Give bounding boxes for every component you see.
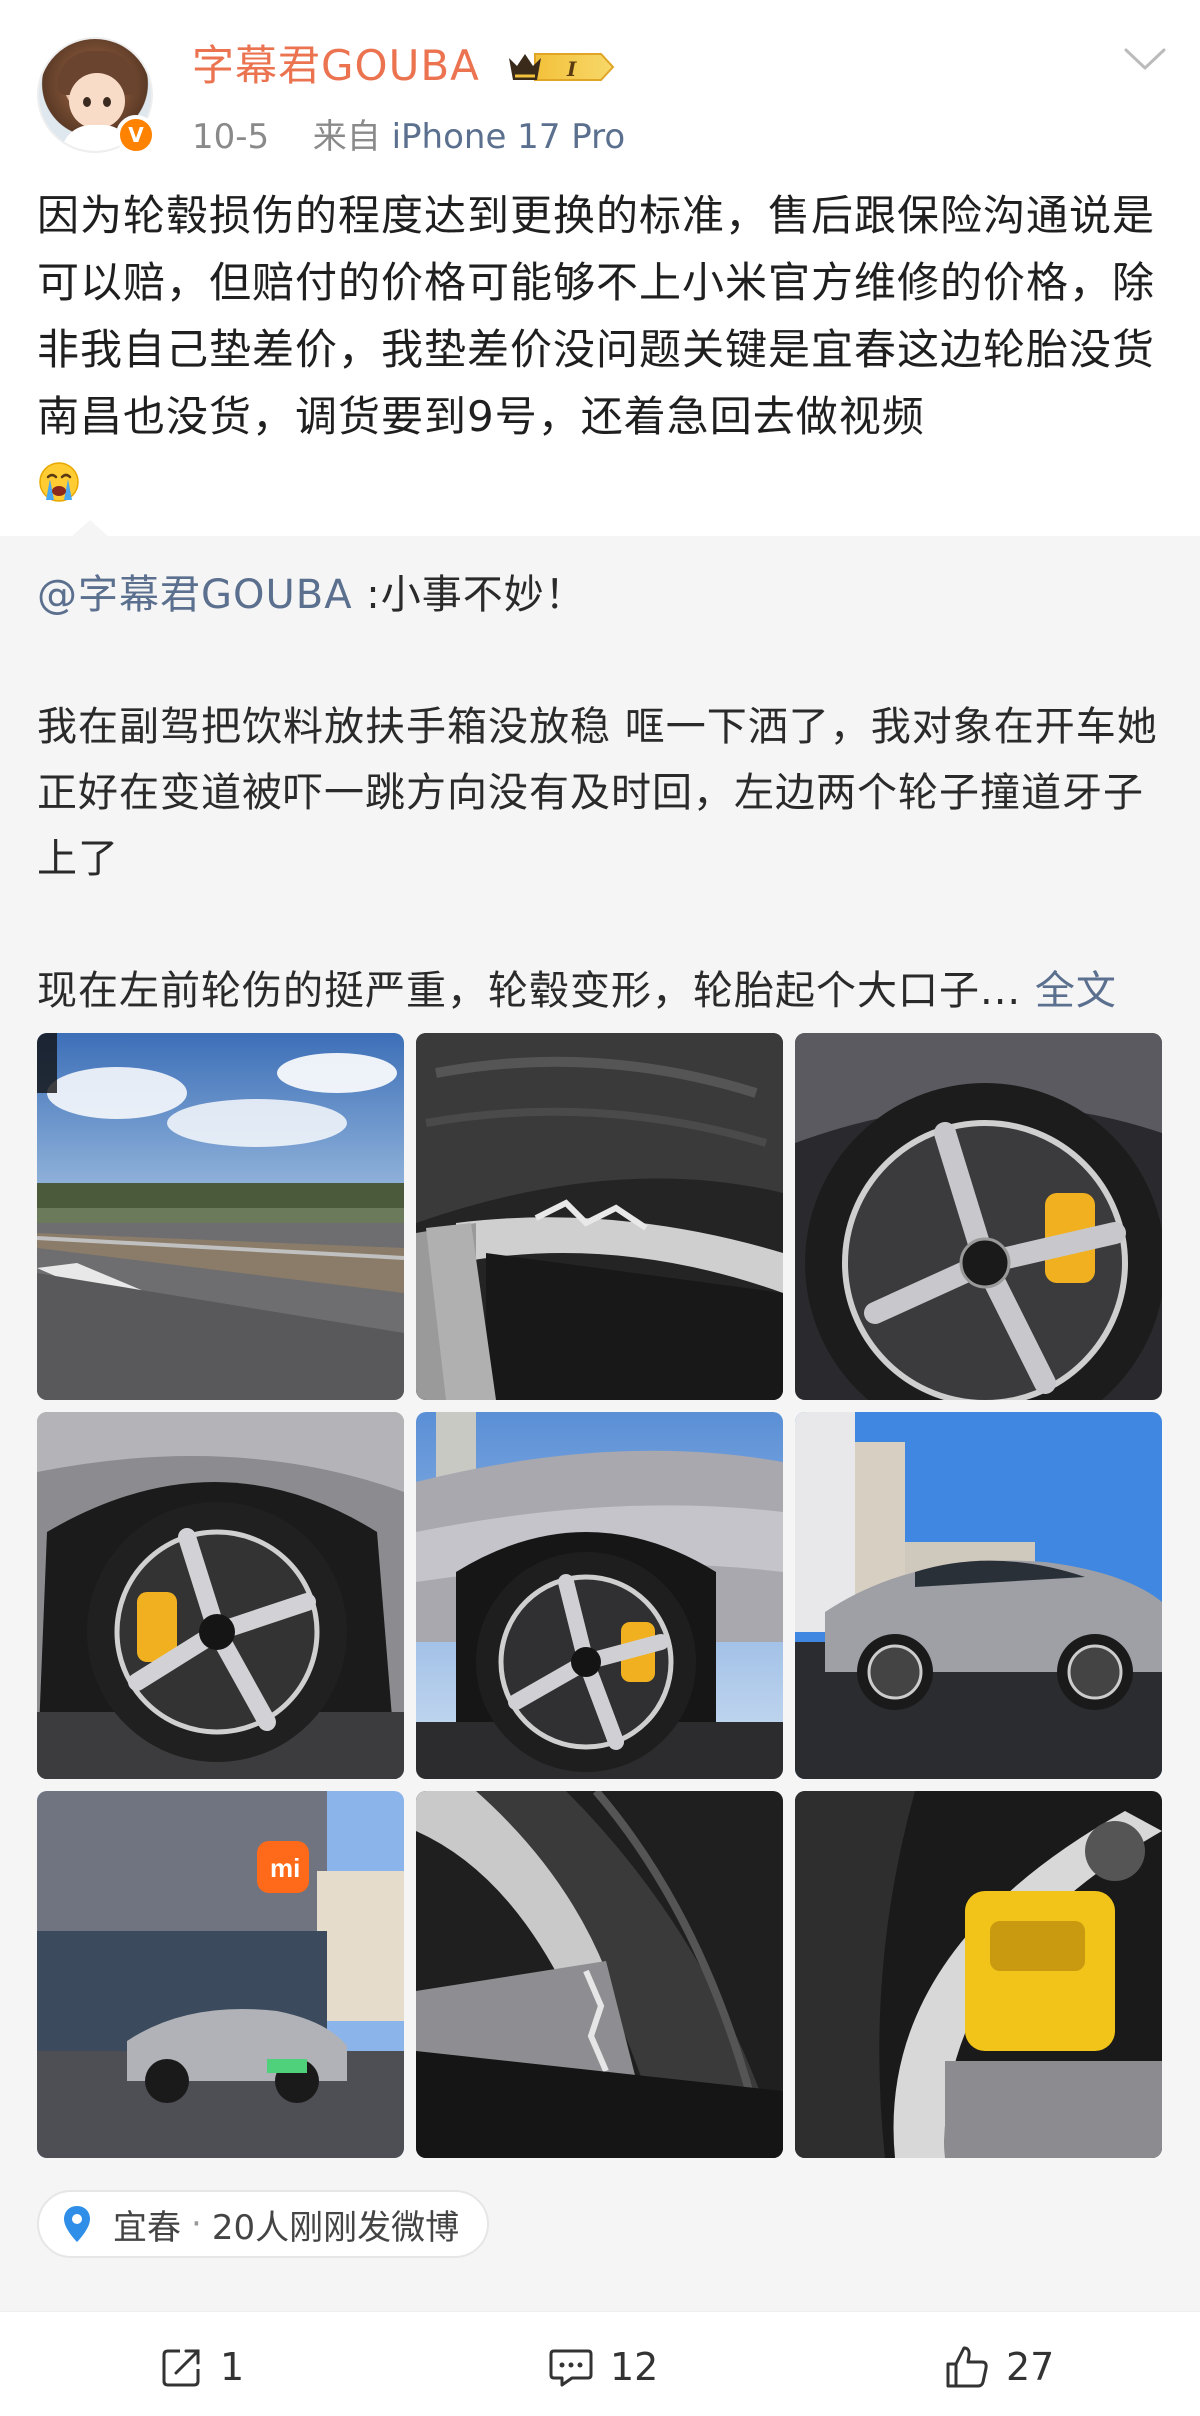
repost-button[interactable]: 1 xyxy=(160,2342,244,2392)
wheel-caliper-photo[interactable] xyxy=(795,1033,1162,1400)
mention-link[interactable]: @字幕君GOUBA xyxy=(37,572,353,618)
post-header: V 字幕君GOUBA I 10-5 来自 iPhone 17 Pro xyxy=(0,0,1200,180)
crying-face-emoji-icon xyxy=(39,462,79,502)
front-wheel-photo[interactable] xyxy=(37,1412,404,1779)
comment-button[interactable]: 12 xyxy=(548,2342,658,2392)
repost-paragraph-3: 现在左前轮伤的挺严重，轮毂变形，轮胎起个大口子... xyxy=(37,968,1022,1014)
post-text: 因为轮毂损伤的程度达到更换的标准，售后跟保险沟通说是可以赔，但赔付的价格可能够不… xyxy=(37,191,1156,441)
xiaomi-store-photo[interactable]: mi xyxy=(37,1791,404,2158)
source-device[interactable]: iPhone 17 Pro xyxy=(392,117,626,157)
repost-paragraph-2: 我在副驾把饮料放扶手箱没放稳 哐一下洒了，我对象在开车她正好在变道被吓一跳方向没… xyxy=(37,704,1158,882)
action-bar: 1 12 27 xyxy=(0,2311,1200,2416)
author-name[interactable]: 字幕君GOUBA xyxy=(192,36,480,96)
repost-first-line: :小事不妙！ xyxy=(352,572,586,618)
comment-count: 12 xyxy=(610,2345,659,2389)
vip-level-badge-icon[interactable]: I xyxy=(505,46,617,88)
svg-text:mi: mi xyxy=(270,1853,300,1883)
highway-sky-photo[interactable] xyxy=(37,1033,404,1400)
car-side-wheel-photo[interactable] xyxy=(416,1412,783,1779)
source-prefix: 来自 xyxy=(312,117,381,157)
location-separator: · xyxy=(191,2204,202,2244)
tire-closeup-photo[interactable] xyxy=(416,1791,783,2158)
full-text-link[interactable]: 全文 xyxy=(1035,968,1117,1014)
location-city: 宜春 xyxy=(113,2207,181,2248)
post-date: 10-5 xyxy=(192,117,270,157)
post-body: 因为轮毂损伤的程度达到更换的标准，售后跟保险沟通说是可以赔，但赔付的价格可能够不… xyxy=(37,182,1167,517)
repost-card[interactable]: @字幕君GOUBA :小事不妙！ 我在副驾把饮料放扶手箱没放稳 哐一下洒了，我对… xyxy=(0,536,1200,2311)
yellow-caliper-photo[interactable] xyxy=(795,1791,1162,2158)
svg-text:I: I xyxy=(566,57,577,81)
location-activity: 20人刚刚发微博 xyxy=(211,2207,460,2248)
comment-icon xyxy=(549,2349,593,2387)
like-button[interactable]: 27 xyxy=(944,2342,1054,2392)
post-meta: 10-5 来自 iPhone 17 Pro xyxy=(192,112,625,162)
location-pin-icon xyxy=(64,2206,90,2242)
verified-badge-icon: V xyxy=(116,115,156,155)
car-profile-photo[interactable] xyxy=(795,1412,1162,1779)
share-icon xyxy=(162,2349,200,2387)
thumbs-up-icon xyxy=(946,2346,988,2388)
location-tag[interactable]: 宜春 · 20人刚刚发微博 xyxy=(37,2190,490,2258)
repost-count: 1 xyxy=(220,2345,245,2389)
tire-sidewall-damage-photo[interactable] xyxy=(416,1033,783,1400)
repost-text: @字幕君GOUBA :小事不妙！ 我在副驾把饮料放扶手箱没放稳 哐一下洒了，我对… xyxy=(37,562,1167,1024)
chevron-down-icon[interactable] xyxy=(1122,44,1168,74)
like-count: 27 xyxy=(1006,2345,1055,2389)
